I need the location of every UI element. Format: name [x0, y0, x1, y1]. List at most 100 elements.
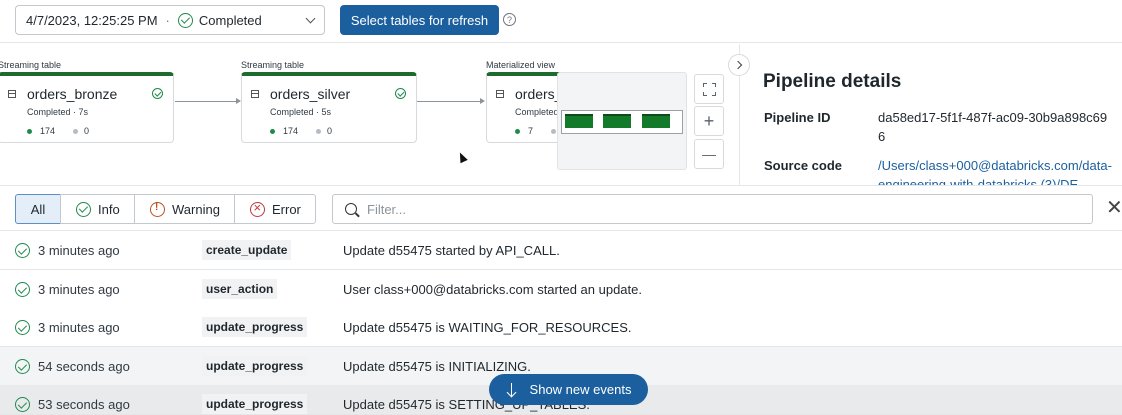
filter-error-label: Error	[272, 201, 301, 217]
event-message: User class+000@databricks.com started an…	[343, 282, 642, 297]
select-tables-refresh-button[interactable]: Select tables for refresh	[340, 5, 499, 35]
node-name: orders_bronze	[27, 86, 118, 102]
node-type-label: Materialized view	[486, 60, 556, 70]
chevron-down-icon	[305, 13, 316, 24]
event-type: update_progress	[202, 317, 308, 337]
graph-edge	[175, 101, 236, 102]
node-status: Completed · 7s	[27, 107, 89, 117]
failed-count: 0	[84, 126, 90, 136]
show-new-events-button[interactable]: Show new events	[489, 374, 648, 405]
failed-dot-icon	[551, 128, 557, 134]
show-new-events-label: Show new events	[529, 382, 632, 397]
graph-node-orders-silver[interactable]: orders_silver Completed · 5s 174 0	[241, 72, 417, 143]
pipeline-details-panel: Pipeline details Pipeline ID da58ed17-5f…	[739, 44, 1122, 185]
event-filter-bar: All Info Warning Error ✕	[0, 185, 1122, 231]
node-status: Completed	[515, 107, 559, 117]
event-time: 54 seconds ago	[38, 359, 130, 374]
info-check-icon	[15, 359, 30, 374]
written-dot-icon	[270, 128, 275, 134]
info-check-icon	[15, 397, 30, 412]
node-name: orders_silver	[270, 86, 351, 102]
error-icon	[250, 200, 265, 217]
graph-edge	[417, 101, 480, 102]
warning-icon	[150, 201, 165, 217]
node-status: Completed · 5s	[270, 107, 332, 117]
table-icon	[251, 90, 259, 98]
node-type-label: Streaming table	[0, 60, 62, 70]
minimap-node	[603, 114, 631, 128]
graph-node-orders-bronze[interactable]: orders_bronze Completed · 7s 174 0	[0, 72, 174, 143]
filter-all-button[interactable]: All	[15, 194, 61, 224]
minimap-node	[565, 114, 593, 128]
event-time: 3 minutes ago	[38, 243, 120, 258]
node-name: orders_	[515, 86, 563, 102]
node-success-icon	[152, 88, 163, 99]
event-type: user_action	[202, 279, 278, 299]
chevron-right-icon	[733, 60, 743, 70]
event-time: 3 minutes ago	[38, 320, 120, 335]
event-type: update_progress	[202, 356, 308, 376]
event-type: create_update	[202, 240, 292, 260]
event-type: update_progress	[202, 394, 308, 414]
node-counts: 174 0	[27, 126, 89, 136]
details-title: Pipeline details	[763, 71, 902, 92]
info-check-icon	[15, 320, 30, 335]
pipeline-id-label: Pipeline ID	[764, 110, 831, 125]
arrow-down-icon	[506, 382, 518, 397]
event-message: Update d55475 is INITIALIZING.	[343, 359, 531, 374]
event-time: 53 seconds ago	[38, 397, 130, 412]
pipeline-graph[interactable]: Streaming table orders_bronze Completed …	[0, 44, 740, 185]
node-type-label: Streaming table	[241, 60, 305, 70]
written-count: 174	[40, 126, 56, 136]
filter-info-label: Info	[98, 201, 120, 217]
pipeline-id-value: da58ed17-5f1f-487f-ac09-30b9a898c696	[878, 110, 1108, 144]
event-search-box	[332, 194, 1093, 224]
written-dot-icon	[515, 128, 520, 134]
edge-arrow-icon	[480, 98, 485, 104]
mouse-cursor-icon	[456, 150, 468, 164]
zoom-in-button[interactable]: +	[694, 106, 724, 136]
update-run-dropdown[interactable]: 4/7/2023, 12:25:25 PM · Completed	[15, 5, 325, 35]
node-counts: 174 0	[270, 126, 332, 136]
completed-check-icon	[177, 12, 193, 28]
written-dot-icon	[27, 128, 32, 134]
minimap-viewport[interactable]	[561, 110, 683, 134]
filter-warning-button[interactable]: Warning	[134, 194, 235, 224]
table-row[interactable]: 3 minutes ago update_progress Update d55…	[0, 308, 1122, 347]
filter-info-button[interactable]: Info	[60, 194, 135, 224]
filter-warning-label: Warning	[172, 201, 220, 217]
event-time: 3 minutes ago	[38, 282, 120, 297]
source-code-link[interactable]: /Users/class+000@databricks.com/data-eng…	[878, 156, 1113, 185]
written-count: 174	[283, 126, 299, 136]
written-count: 7	[528, 126, 534, 136]
run-status: Completed	[198, 12, 262, 28]
table-row[interactable]: 3 minutes ago user_action User class+000…	[0, 270, 1122, 309]
source-code-label: Source code	[764, 158, 843, 173]
info-check-icon	[15, 282, 30, 297]
top-toolbar: 4/7/2023, 12:25:25 PM · Completed Select…	[0, 0, 1122, 43]
graph-minimap[interactable]	[557, 72, 687, 170]
table-row[interactable]: 3 minutes ago create_update Update d5547…	[0, 231, 1122, 270]
filter-error-button[interactable]: Error	[234, 194, 316, 224]
run-separator: ·	[165, 12, 170, 28]
failed-count: 0	[327, 126, 333, 136]
minimap-node	[642, 114, 670, 128]
search-icon	[345, 203, 357, 215]
help-icon[interactable]: ?	[503, 13, 516, 26]
node-success-icon	[395, 88, 406, 99]
event-filter-input[interactable]	[367, 201, 1047, 217]
collapse-details-button[interactable]	[728, 54, 750, 76]
failed-dot-icon	[316, 128, 322, 134]
table-icon	[8, 90, 16, 98]
info-check-icon	[76, 201, 91, 217]
run-datetime: 4/7/2023, 12:25:25 PM	[26, 12, 158, 28]
fit-view-button[interactable]	[694, 74, 724, 104]
table-icon	[496, 90, 504, 98]
event-message: Update d55475 started by API_CALL.	[343, 243, 560, 258]
zoom-out-button[interactable]: —	[694, 139, 724, 169]
close-icon[interactable]: ✕	[1106, 198, 1122, 218]
fullscreen-icon	[702, 82, 716, 96]
event-message: Update d55475 is WAITING_FOR_RESOURCES.	[343, 320, 632, 335]
info-check-icon	[15, 243, 30, 258]
failed-dot-icon	[73, 128, 79, 134]
